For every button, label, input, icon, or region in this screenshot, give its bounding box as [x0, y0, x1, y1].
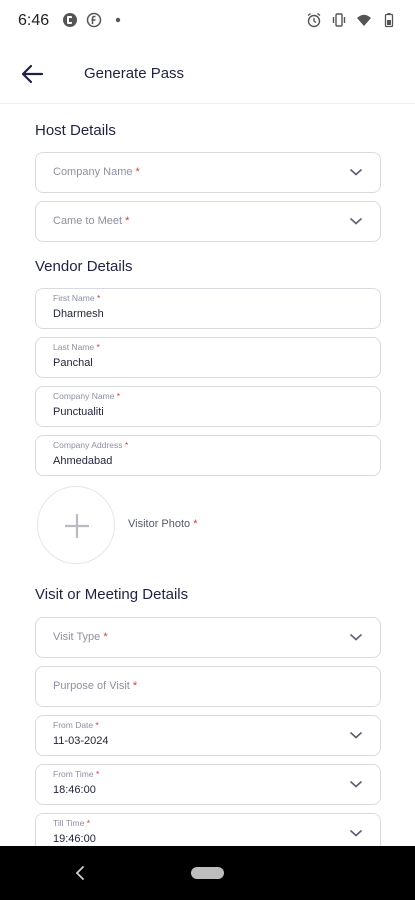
back-arrow-icon[interactable] — [18, 60, 46, 88]
till-time-label: Till Time * — [53, 818, 91, 828]
app-bar: Generate Pass — [0, 42, 415, 104]
alarm-icon — [307, 12, 321, 28]
section-title-vendor-details: Vendor Details — [35, 258, 133, 275]
came-to-meet-dropdown[interactable]: Came to Meet * — [35, 201, 381, 242]
from-date-label: From Date * — [53, 720, 99, 730]
notification-app-icon-2 — [86, 12, 102, 28]
chevron-down-icon — [349, 731, 363, 739]
vendor-company-name-value: Punctualiti — [53, 406, 104, 418]
last-name-value: Panchal — [53, 357, 93, 369]
system-nav-bar — [0, 846, 415, 900]
from-time-field[interactable]: From Time * 18:46:00 — [35, 764, 381, 805]
battery-icon — [384, 13, 394, 28]
purpose-of-visit-placeholder: Purpose of Visit * — [53, 680, 138, 692]
vibrate-icon — [332, 13, 346, 27]
chevron-down-icon — [349, 780, 363, 788]
company-address-value: Ahmedabad — [53, 455, 113, 467]
vendor-company-name-field[interactable]: Company Name * Punctualiti — [35, 386, 381, 427]
section-title-visit-details: Visit or Meeting Details — [35, 586, 189, 603]
status-time: 6:46 — [18, 12, 50, 29]
section-title-host-details: Host Details — [35, 122, 116, 139]
status-right-icons — [306, 12, 397, 28]
purpose-of-visit-field[interactable]: Purpose of Visit * — [35, 666, 381, 707]
company-name-dropdown[interactable]: Company Name * — [35, 152, 381, 193]
chevron-down-icon — [349, 829, 363, 837]
nav-home-pill[interactable] — [191, 867, 224, 879]
page-title: Generate Pass — [84, 65, 185, 82]
first-name-value: Dharmesh — [53, 308, 104, 320]
nav-back-icon[interactable] — [72, 864, 88, 882]
till-time-value: 19:46:00 — [53, 833, 96, 845]
company-address-field[interactable]: Company Address * Ahmedabad — [35, 435, 381, 476]
first-name-label: First Name * — [53, 293, 101, 303]
dot-icon — [115, 17, 121, 23]
from-time-value: 18:46:00 — [53, 784, 96, 796]
status-bar: 6:46 — [0, 0, 415, 42]
came-to-meet-placeholder: Came to Meet * — [53, 215, 130, 227]
visitor-photo-label: Visitor Photo * — [128, 518, 198, 530]
visitor-photo-button[interactable] — [37, 486, 115, 564]
chevron-down-icon — [349, 168, 363, 176]
from-time-label: From Time * — [53, 769, 100, 779]
visit-type-dropdown[interactable]: Visit Type * — [35, 617, 381, 658]
company-address-label: Company Address * — [53, 440, 129, 450]
wifi-icon — [357, 14, 371, 26]
last-name-field[interactable]: Last Name * Panchal — [35, 337, 381, 378]
visit-type-placeholder: Visit Type * — [53, 631, 108, 643]
vendor-company-name-label: Company Name * — [53, 391, 121, 401]
first-name-field[interactable]: First Name * Dharmesh — [35, 288, 381, 329]
notification-app-icon — [63, 13, 77, 27]
status-left-icons — [62, 12, 126, 28]
last-name-label: Last Name * — [53, 342, 100, 352]
plus-icon — [65, 514, 89, 538]
chevron-down-icon — [349, 633, 363, 641]
from-date-field[interactable]: From Date * 11-03-2024 — [35, 715, 381, 756]
chevron-down-icon — [349, 217, 363, 225]
from-date-value: 11-03-2024 — [53, 735, 109, 747]
company-name-placeholder: Company Name * — [53, 166, 140, 178]
